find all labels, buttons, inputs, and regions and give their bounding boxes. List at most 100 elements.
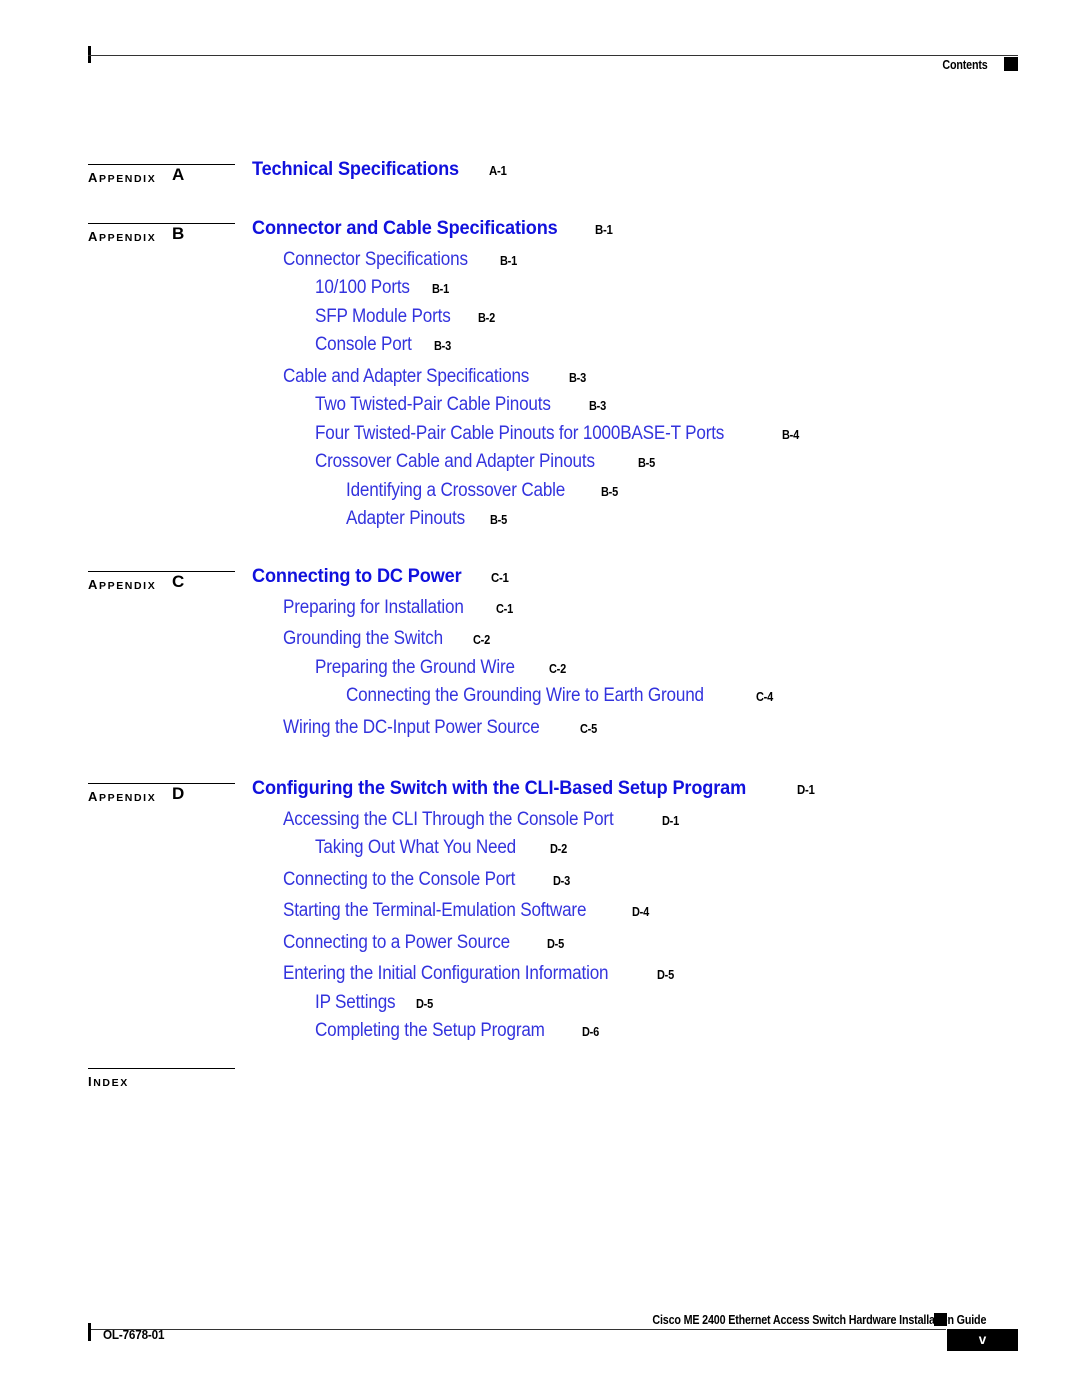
toc-entry-page: D-1 [797,782,815,797]
toc-entry-page: B-3 [568,370,586,385]
toc-entry-page: D-6 [582,1025,600,1039]
toc-entry-page: C-1 [491,570,509,585]
toc-entry[interactable]: Connector and Cable Specifications B-1 [252,217,615,240]
toc-entry-page: A-1 [488,163,507,178]
toc-entry[interactable]: Taking Out What You Need D-2 [315,837,570,859]
toc-entry-title: Connecting the Grounding Wire to Earth G… [346,685,704,706]
toc-entry[interactable]: Connector Specifications B-1 [283,249,520,271]
toc-entry[interactable]: Four Twisted-Pair Cable Pinouts for 1000… [315,423,801,445]
toc-entry[interactable]: Wiring the DC-Input Power Source C-5 [283,717,599,739]
appendix-marker-label: INDEX [88,1074,129,1089]
toc-entry[interactable]: Technical Specifications A-1 [252,158,509,181]
toc-entry-page: B-2 [477,310,495,325]
document-id: OL-7678-01 [103,1327,165,1342]
toc-entry[interactable]: Console Port B-3 [315,334,454,356]
appendix-marker-rule [88,164,235,166]
toc-entry[interactable]: Entering the Initial Configuration Infor… [283,963,676,985]
toc-entry-page: C-5 [580,721,598,736]
toc-entry[interactable]: Preparing the Ground Wire C-2 [315,657,568,679]
toc-entry[interactable]: Preparing for Installation C-1 [283,597,515,619]
toc-entry-title: Accessing the CLI Through the Console Po… [283,808,614,830]
toc-entry[interactable]: Starting the Terminal-Emulation Software… [283,900,651,922]
black-square-marker-icon [934,1313,947,1326]
toc-entry[interactable]: Identifying a Crossover Cable B-5 [346,480,621,502]
toc-entry-page: B-1 [500,253,518,268]
toc-entry[interactable]: Two Twisted-Pair Cable Pinouts B-3 [315,394,608,416]
toc-entry[interactable]: Configuring the Switch with the CLI-Base… [252,777,817,800]
toc-entry[interactable]: Connecting the Grounding Wire to Earth G… [346,685,775,707]
toc-entry-title: Connecting to the Console Port [283,868,516,890]
toc-entry-title: Two Twisted-Pair Cable Pinouts [315,394,551,415]
toc-entry-page: D-1 [662,813,680,828]
toc-entry-page: C-2 [472,633,490,647]
toc-entry-page: B-5 [601,484,619,499]
toc-entry-title: Taking Out What You Need [315,837,517,858]
page-footer: Cisco ME 2400 Ethernet Access Switch Har… [88,1305,1018,1365]
toc-entry[interactable]: IP Settings D-5 [315,992,436,1014]
toc-entry-title: Connector Specifications [283,248,468,270]
toc-entry[interactable]: Accessing the CLI Through the Console Po… [283,809,682,831]
appendix-marker-label: APPENDIX [88,229,157,244]
toc-entry[interactable]: Connecting to a Power Source D-5 [283,932,566,954]
appendix-marker-label: APPENDIX [88,170,157,185]
toc-entry-title: 10/100 Ports [315,277,410,298]
appendix-marker-letter: C [172,572,185,591]
toc-entry-title: Console Port [315,334,412,355]
footer-rule [88,1329,946,1330]
toc-entry-page: C-4 [755,690,773,704]
toc-entry-page: D-5 [547,936,565,951]
appendix-marker-letter: B [172,224,185,243]
toc-entry-title: Configuring the Switch with the CLI-Base… [252,777,747,799]
toc-entry-title: Completing the Setup Program [315,1020,545,1041]
toc-entry-page: D-5 [656,968,674,982]
toc-entry-title: Connecting to DC Power [252,565,462,587]
toc-entry-page: D-4 [631,905,649,919]
toc-entry-page: B-5 [637,456,655,470]
toc-entry-title: Crossover Cable and Adapter Pinouts [315,451,595,472]
appendix-marker-label: APPENDIX [88,789,157,804]
page-title: Contents [942,58,988,72]
toc-entry-title: IP Settings [315,991,396,1013]
toc-entry-page: B-5 [490,513,508,527]
toc-entry[interactable]: Cable and Adapter Specifications B-3 [283,366,588,388]
toc-entry-page: D-3 [553,873,571,888]
toc-entry-title: Connector and Cable Specifications [252,217,558,239]
toc-entry-page: C-2 [549,661,567,676]
toc-entry-title: SFP Module Ports [315,305,451,327]
toc-entry[interactable]: 10/100 Ports B-1 [315,277,452,299]
toc-entry[interactable]: Adapter Pinouts B-5 [346,508,509,530]
toc-entry-page: C-1 [495,601,513,616]
footer-left-tick [88,1323,91,1341]
toc-entry[interactable]: Crossover Cable and Adapter Pinouts B-5 [315,451,657,473]
page-number-badge: v [947,1329,1018,1351]
black-square-marker-icon [1004,57,1018,71]
toc-entry[interactable]: Connecting to DC Power C-1 [252,565,511,588]
appendix-marker-letter: A [172,165,185,184]
toc-entry-title: Technical Specifications [252,158,459,180]
toc-entry[interactable]: Connecting to the Console Port D-3 [283,869,572,891]
toc-entry-title: Preparing for Installation [283,596,464,618]
appendix-marker-label: APPENDIX [88,577,157,592]
toc-entry[interactable]: SFP Module Ports B-2 [315,306,497,328]
toc-entry-page: D-2 [550,842,568,856]
toc-entry-title: Cable and Adapter Specifications [283,365,530,387]
appendix-marker-rule [88,1068,235,1070]
toc-entry[interactable]: Completing the Setup Program D-6 [315,1020,602,1042]
toc-entry-title: Adapter Pinouts [346,508,465,529]
appendix-marker-letter: D [172,784,185,803]
appendix-marker-rule [88,783,235,785]
header-rule [88,55,1018,56]
toc-entry-title: Four Twisted-Pair Cable Pinouts for 1000… [315,422,725,444]
toc-entry-title: Identifying a Crossover Cable [346,479,566,501]
toc-entry-title: Starting the Terminal-Emulation Software [283,900,587,921]
toc-entry-page: B-3 [434,339,452,353]
toc-entry-page: B-1 [594,222,613,237]
toc-entry-page: B-4 [781,427,799,442]
toc-entry-title: Connecting to a Power Source [283,931,510,953]
toc-entry-title: Preparing the Ground Wire [315,656,515,678]
toc-entry-title: Grounding the Switch [283,628,443,649]
toc-entry-title: Entering the Initial Configuration Infor… [283,963,609,984]
toc-entry-title: Wiring the DC-Input Power Source [283,716,540,738]
toc-entry-page: B-1 [432,282,450,296]
toc-entry[interactable]: Grounding the Switch C-2 [283,628,492,650]
